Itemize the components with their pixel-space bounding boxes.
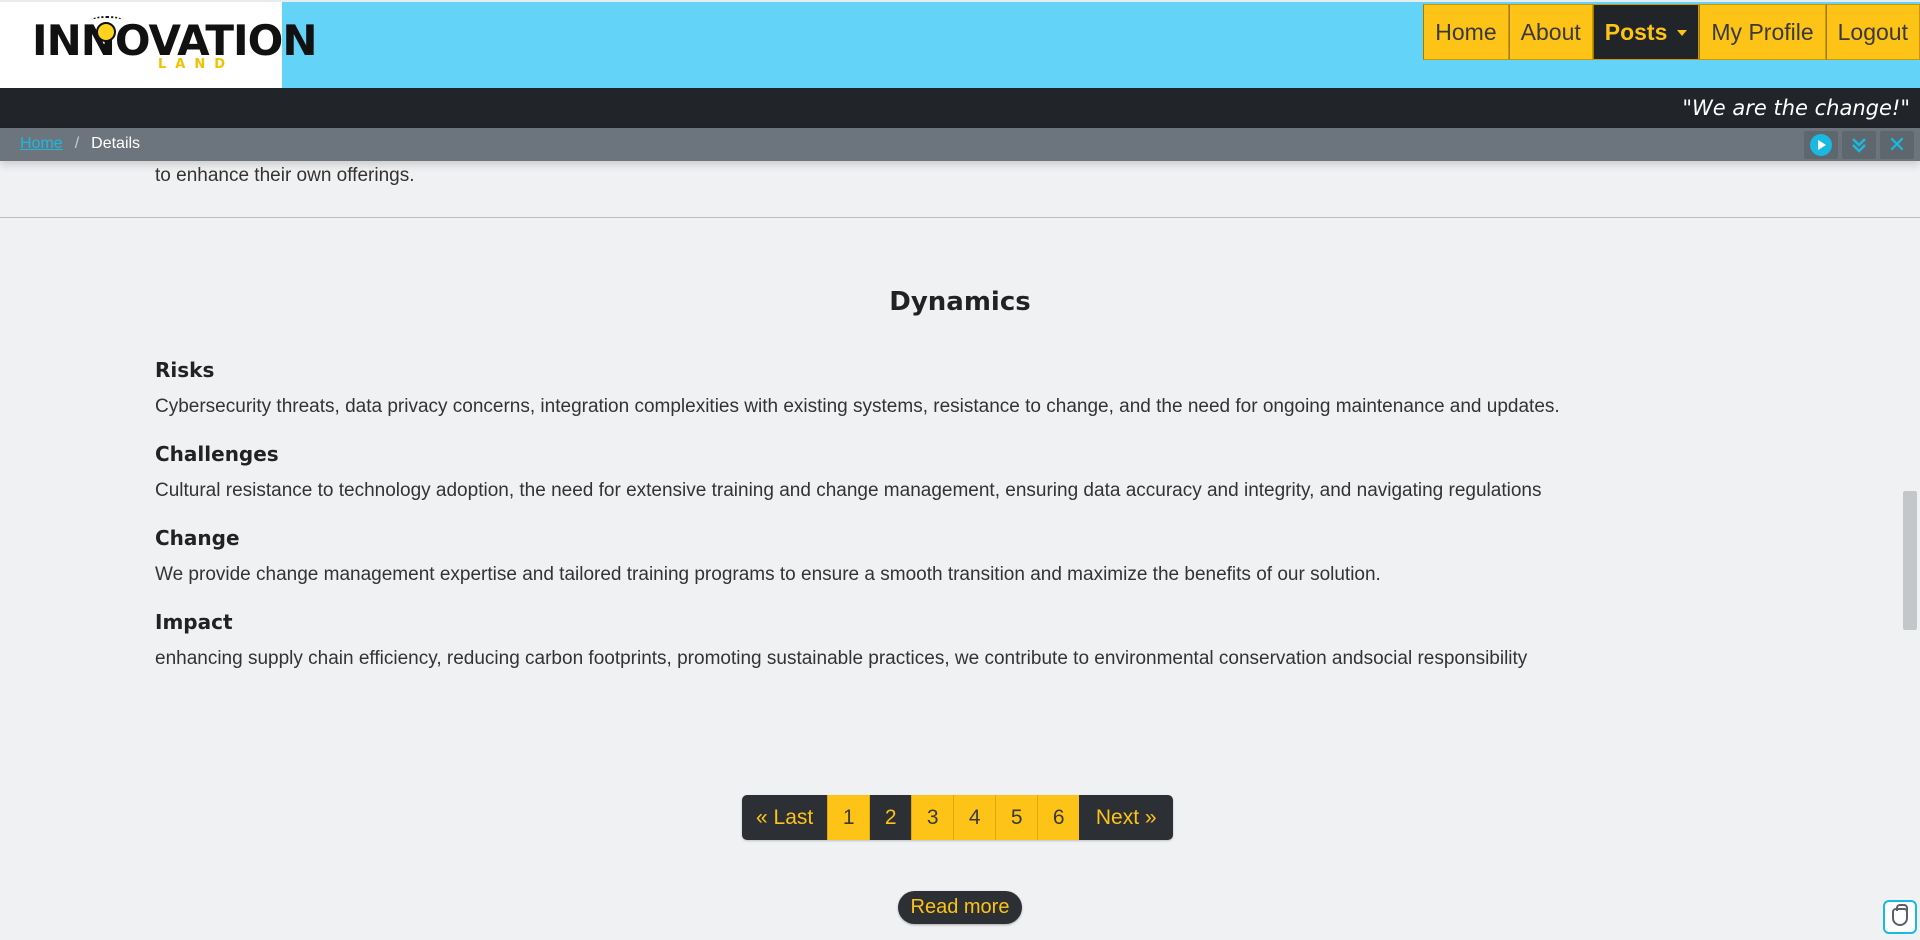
item-text-challenges: Cultural resistance to technology adopti… xyxy=(155,480,1542,501)
logo-sub-text: LAND xyxy=(158,57,235,72)
item-heading-impact: Impact xyxy=(155,610,233,634)
nav-posts-label: Posts xyxy=(1604,18,1668,45)
logo-main-text: INNOVATION xyxy=(32,16,318,65)
money-bag-icon xyxy=(1892,904,1908,926)
logo[interactable]: INNOVATION LAND xyxy=(0,2,318,90)
pagination-page-4[interactable]: 4 xyxy=(953,795,996,840)
nav-about[interactable]: About xyxy=(1508,4,1593,60)
item-heading-risks: Risks xyxy=(155,358,215,382)
breadcrumb-home-link[interactable]: Home xyxy=(20,135,63,153)
item-text-risks: Cybersecurity threats, data privacy conc… xyxy=(155,396,1560,417)
caret-down-icon xyxy=(1677,30,1688,36)
pagination-page-2-current[interactable]: 2 xyxy=(869,795,912,840)
item-heading-challenges: Challenges xyxy=(155,442,279,466)
pagination-page-3[interactable]: 3 xyxy=(911,795,954,840)
lightbulb-base-icon xyxy=(101,44,111,52)
play-button[interactable] xyxy=(1804,131,1838,159)
pagination-page-5[interactable]: 5 xyxy=(995,795,1038,840)
nav-home[interactable]: Home xyxy=(1423,4,1509,60)
breadcrumb: Home / Details xyxy=(20,135,140,153)
money-bag-button[interactable] xyxy=(1883,900,1917,934)
section-title: Dynamics xyxy=(889,287,1031,317)
previous-section-text: to enhance their own offerings. xyxy=(155,165,415,186)
lightbulb-icon xyxy=(96,22,116,42)
reader-toolbar: ✕ xyxy=(1804,131,1914,159)
nav-posts-dropdown[interactable]: Posts xyxy=(1592,4,1700,60)
main-nav: Home About Posts My Profile Logout xyxy=(1423,4,1920,60)
item-text-change: We provide change management expertise a… xyxy=(155,564,1381,585)
play-circle-icon xyxy=(1810,134,1832,156)
slogan-text: "We are the change!" xyxy=(1682,96,1910,120)
pagination-last-button[interactable]: « Last xyxy=(742,795,828,840)
breadcrumb-bar: Home / Details ✕ xyxy=(0,128,1920,161)
item-text-impact: enhancing supply chain efficiency, reduc… xyxy=(155,648,1528,669)
close-button[interactable]: ✕ xyxy=(1880,131,1914,159)
pagination-page-6[interactable]: 6 xyxy=(1037,795,1080,840)
close-icon: ✕ xyxy=(1887,132,1907,157)
section-divider xyxy=(0,217,1920,218)
pagination-page-1[interactable]: 1 xyxy=(827,795,870,840)
double-chevron-down-icon xyxy=(1852,138,1866,153)
read-more-button[interactable]: Read more xyxy=(898,891,1022,924)
slogan-bar: "We are the change!" xyxy=(0,88,1920,128)
pagination: « Last 1 2 3 4 5 6 Next » xyxy=(742,795,1174,840)
nav-logout[interactable]: Logout xyxy=(1825,4,1920,60)
nav-my-profile[interactable]: My Profile xyxy=(1699,4,1826,60)
scrollbar-thumb[interactable] xyxy=(1903,491,1917,630)
item-heading-change: Change xyxy=(155,526,240,550)
breadcrumb-current: Details xyxy=(91,135,141,152)
pagination-next-button[interactable]: Next » xyxy=(1079,795,1174,840)
breadcrumb-separator: / xyxy=(74,135,80,152)
site-header: INNOVATION LAND Home About Posts My Prof… xyxy=(0,0,1920,90)
expand-button[interactable] xyxy=(1842,131,1876,159)
